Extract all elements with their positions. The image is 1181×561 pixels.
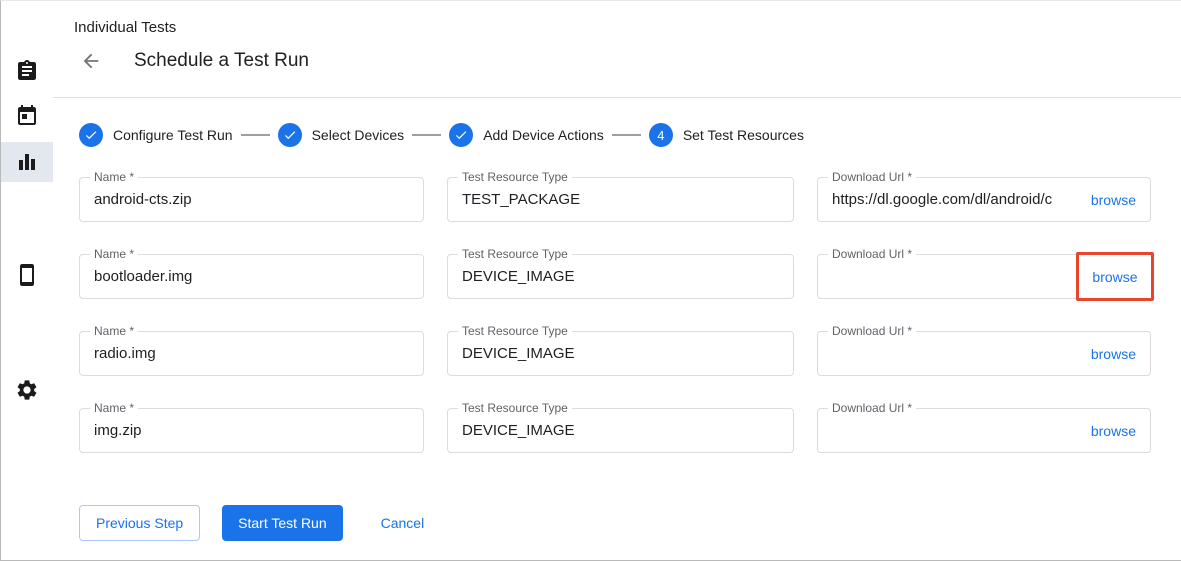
download-url-value: https://dl.google.com/dl/android/c — [832, 191, 1085, 208]
sidebar-item-test-plans[interactable] — [1, 51, 53, 91]
step-connector — [612, 134, 641, 136]
assignment-icon — [15, 59, 39, 83]
step-connector — [241, 134, 270, 136]
resource-type-value: DEVICE_IMAGE — [462, 345, 779, 362]
step-number-badge: 4 — [649, 123, 673, 147]
sidebar — [1, 1, 53, 560]
sidebar-item-schedule[interactable] — [1, 96, 53, 136]
name-field-value: bootloader.img — [94, 268, 409, 285]
page-title: Schedule a Test Run — [134, 50, 309, 72]
resource-type-label: Test Resource Type — [458, 247, 572, 261]
step-select-devices[interactable]: Select Devices — [278, 123, 405, 147]
step-set-test-resources[interactable]: 4 Set Test Resources — [649, 123, 804, 147]
resource-type-label: Test Resource Type — [458, 324, 572, 338]
cancel-button[interactable]: Cancel — [365, 505, 441, 541]
download-url-label: Download Url * — [828, 170, 916, 184]
stepper: Configure Test Run Select Devices Add De… — [79, 123, 1181, 147]
resource-type-value: DEVICE_IMAGE — [462, 422, 779, 439]
name-field[interactable]: Name * radio.img — [79, 331, 424, 376]
step-complete-check-icon — [278, 123, 302, 147]
app-window: Individual Tests Schedule a Test Run Con… — [0, 0, 1181, 561]
page-header: Individual Tests Schedule a Test Run — [53, 1, 1181, 98]
test-resources-form: Name * android-cts.zip Test Resource Typ… — [79, 177, 1155, 453]
download-url-field[interactable]: Download Url * browse — [817, 254, 1151, 299]
resource-type-value: DEVICE_IMAGE — [462, 268, 779, 285]
gear-icon — [15, 378, 39, 402]
step-add-device-actions[interactable]: Add Device Actions — [449, 123, 604, 147]
name-field[interactable]: Name * bootloader.img — [79, 254, 424, 299]
name-field-value: android-cts.zip — [94, 191, 409, 208]
main-content: Individual Tests Schedule a Test Run Con… — [53, 1, 1181, 541]
download-url-field[interactable]: Download Url * browse — [817, 408, 1151, 453]
name-field-label: Name * — [90, 401, 138, 415]
form-actions: Previous Step Start Test Run Cancel — [79, 505, 1181, 541]
step-label: Configure Test Run — [113, 127, 233, 143]
resource-type-field[interactable]: Test Resource Type TEST_PACKAGE — [447, 177, 794, 222]
step-configure-test-run[interactable]: Configure Test Run — [79, 123, 233, 147]
breadcrumb: Individual Tests — [74, 19, 1181, 36]
start-test-run-button[interactable]: Start Test Run — [222, 505, 342, 541]
resource-type-label: Test Resource Type — [458, 170, 572, 184]
step-complete-check-icon — [79, 123, 103, 147]
download-url-label: Download Url * — [828, 401, 916, 415]
resource-type-field[interactable]: Test Resource Type DEVICE_IMAGE — [447, 331, 794, 376]
resource-type-label: Test Resource Type — [458, 401, 572, 415]
arrow-back-icon — [80, 50, 102, 72]
download-url-field[interactable]: Download Url * https://dl.google.com/dl/… — [817, 177, 1151, 222]
sidebar-item-test-results[interactable] — [1, 142, 53, 182]
download-url-field[interactable]: Download Url * browse — [817, 331, 1151, 376]
step-label: Set Test Resources — [683, 127, 804, 143]
step-label: Select Devices — [312, 127, 405, 143]
name-field-label: Name * — [90, 170, 138, 184]
resource-type-value: TEST_PACKAGE — [462, 191, 779, 208]
name-field-value: radio.img — [94, 345, 409, 362]
sidebar-item-settings[interactable] — [1, 370, 53, 410]
name-field[interactable]: Name * android-cts.zip — [79, 177, 424, 222]
calendar-icon — [15, 104, 39, 128]
name-field-label: Name * — [90, 247, 138, 261]
previous-step-button[interactable]: Previous Step — [79, 505, 200, 541]
browse-link[interactable]: browse — [1092, 269, 1137, 285]
download-url-label: Download Url * — [828, 247, 916, 261]
resource-type-field[interactable]: Test Resource Type DEVICE_IMAGE — [447, 254, 794, 299]
step-connector — [412, 134, 441, 136]
name-field-value: img.zip — [94, 422, 409, 439]
back-button[interactable] — [78, 48, 104, 74]
name-field[interactable]: Name * img.zip — [79, 408, 424, 453]
browse-link[interactable]: browse — [1091, 346, 1136, 362]
smartphone-icon — [15, 263, 39, 287]
browse-link[interactable]: browse — [1091, 192, 1136, 208]
resource-type-field[interactable]: Test Resource Type DEVICE_IMAGE — [447, 408, 794, 453]
sidebar-item-devices[interactable] — [1, 255, 53, 295]
step-complete-check-icon — [449, 123, 473, 147]
highlight-annotation-box: browse — [1076, 252, 1154, 301]
bar-chart-icon — [15, 150, 39, 174]
step-label: Add Device Actions — [483, 127, 604, 143]
name-field-label: Name * — [90, 324, 138, 338]
download-url-label: Download Url * — [828, 324, 916, 338]
browse-link[interactable]: browse — [1091, 423, 1136, 439]
